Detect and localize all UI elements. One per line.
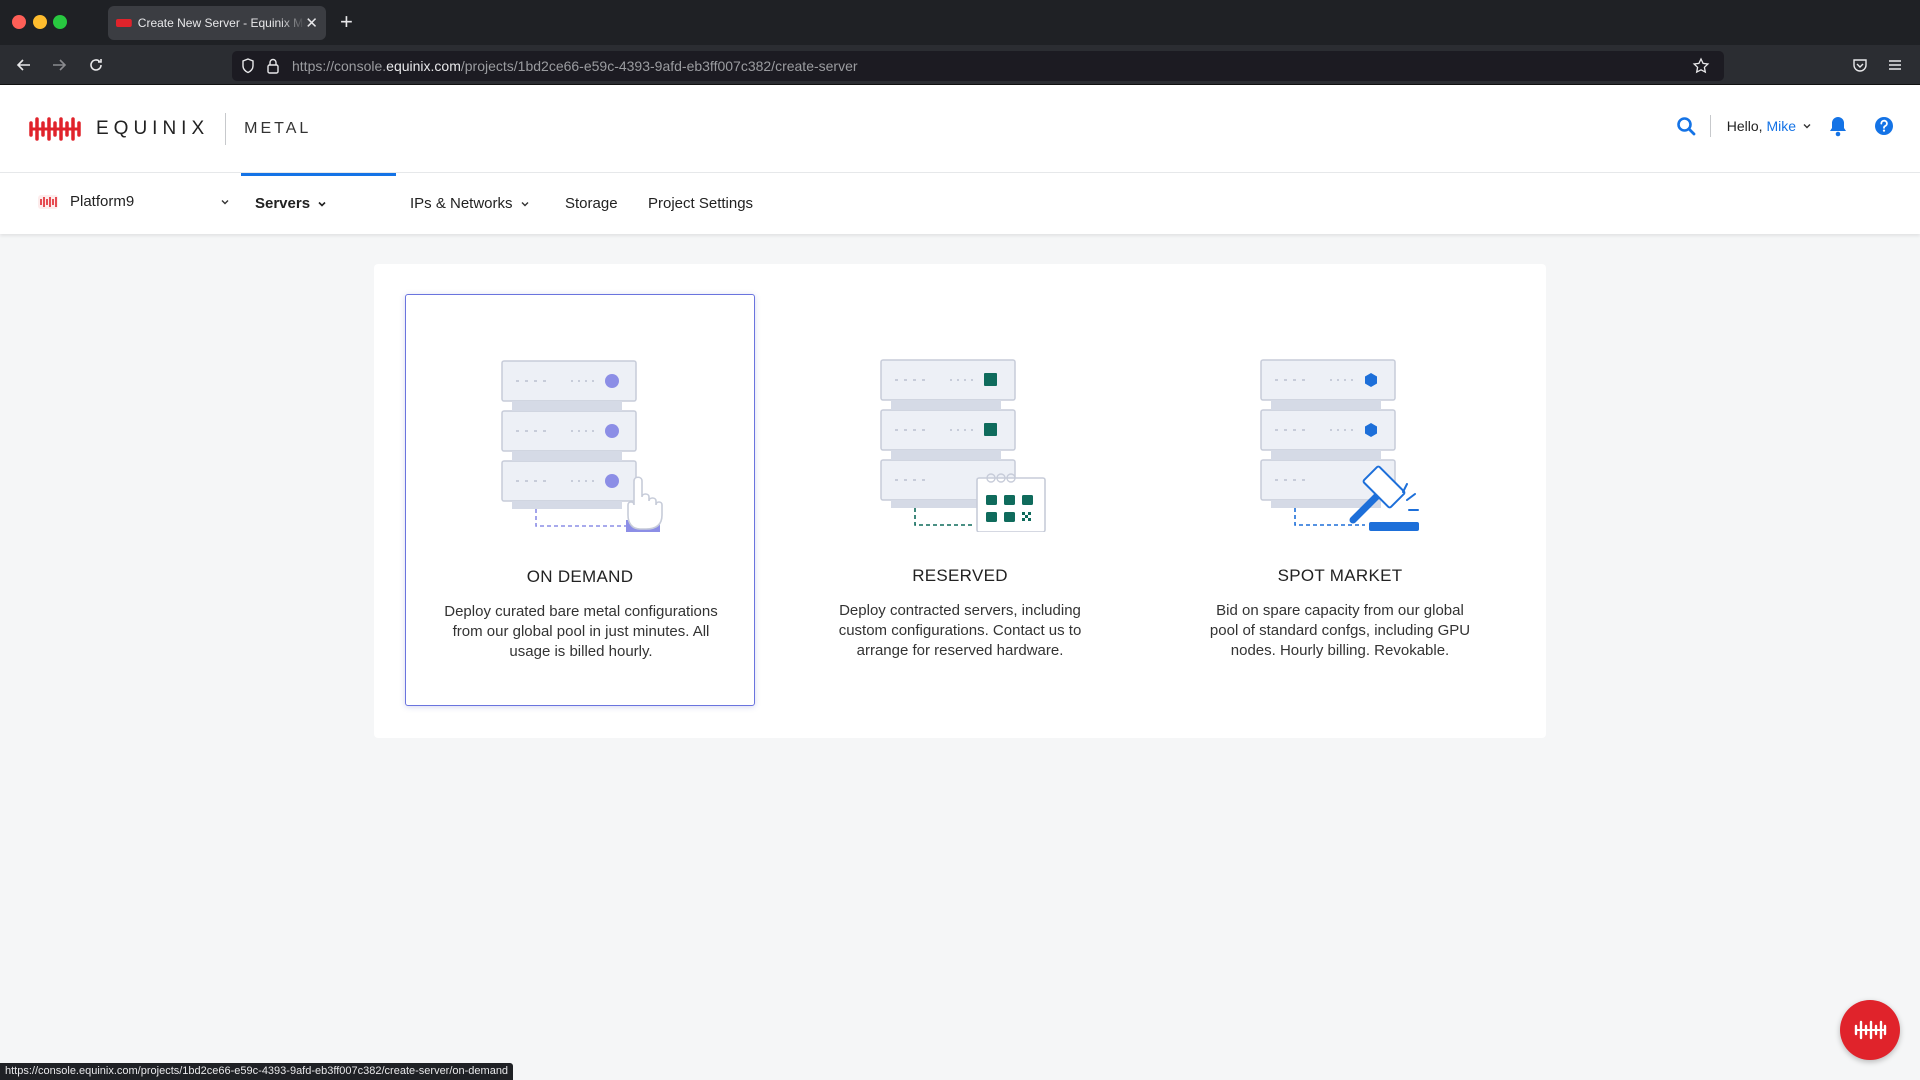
window-minimize-button[interactable]	[33, 15, 47, 29]
bookmark-star-icon[interactable]	[1692, 57, 1710, 75]
option-on-demand[interactable]: ON DEMAND Deploy curated bare metal conf…	[405, 294, 755, 706]
back-icon[interactable]	[12, 53, 36, 77]
reserved-server-icon	[880, 359, 1046, 532]
nav-ips-networks[interactable]: IPs & Networks	[410, 195, 530, 212]
chevron-down-icon	[521, 201, 529, 206]
window-maximize-button[interactable]	[53, 15, 67, 29]
header-divider	[1709, 115, 1711, 137]
option-spot-market[interactable]: SPOT MARKET Bid on spare capacity from o…	[1165, 294, 1515, 706]
support-chat-button[interactable]	[1840, 1000, 1900, 1060]
nav-servers-label: Servers	[255, 195, 311, 212]
link-status-bar: https://console.equinix.com/projects/1bd…	[0, 1063, 514, 1080]
chevron-down-icon	[318, 201, 326, 207]
nav-storage-label: Storage	[565, 195, 618, 212]
equinix-mark-icon	[29, 117, 81, 141]
option-reserved[interactable]: RESERVED Deploy contracted servers, incl…	[785, 294, 1135, 706]
spot-market-server-icon	[1260, 359, 1419, 531]
lock-icon[interactable]	[266, 57, 280, 75]
nav-project-settings[interactable]: Project Settings	[648, 195, 753, 212]
url-text[interactable]: https://console.equinix.com/projects/1bd…	[292, 58, 858, 74]
user-name: Mike	[1766, 118, 1796, 134]
header-actions: Hello, Mike	[1676, 115, 1894, 137]
url-path: /projects/1bd2ce66-e59c-4393-9afd-eb3ff0…	[460, 58, 858, 74]
project-name: Platform9	[70, 193, 135, 210]
equinix-logo[interactable]: EQUINIX METAL	[28, 113, 311, 145]
option-description: Deploy curated bare metal configurations…	[444, 603, 718, 660]
help-icon[interactable]	[1874, 116, 1894, 136]
nav-storage[interactable]: Storage	[565, 195, 618, 212]
on-demand-server-icon	[501, 360, 663, 532]
user-menu[interactable]: Hello, Mike	[1727, 118, 1796, 134]
url-prefix: https://console.	[292, 58, 387, 74]
option-description: Bid on spare capacity from our global po…	[1209, 602, 1471, 659]
browser-titlebar: Create New Server - Equinix Metal ✕ +	[0, 0, 1920, 45]
nav-project-settings-label: Project Settings	[648, 195, 754, 212]
project-selector[interactable]: Platform9	[38, 193, 230, 210]
option-title: ON DEMAND	[526, 567, 634, 586]
browser-navbar: https://console.equinix.com/projects/1bd…	[0, 45, 1920, 85]
window-close-button[interactable]	[12, 15, 26, 29]
forward-icon[interactable]	[47, 53, 71, 77]
menu-icon[interactable]	[1883, 53, 1907, 77]
tab-title: Create New Server - Equinix Metal	[137, 16, 306, 30]
shield-icon[interactable]	[240, 57, 256, 75]
search-icon[interactable]	[1676, 116, 1696, 136]
server-type-card: ON DEMAND Deploy curated bare metal conf…	[374, 264, 1546, 738]
logo-divider	[225, 113, 227, 145]
chevron-down-icon[interactable]	[220, 197, 230, 207]
new-tab-button[interactable]: +	[340, 8, 353, 36]
greeting-text: Hello,	[1726, 118, 1763, 134]
pocket-icon[interactable]	[1848, 53, 1872, 77]
url-host: equinix.com	[386, 58, 461, 74]
tab-close-icon[interactable]: ✕	[305, 16, 318, 31]
logo-text: EQUINIX	[96, 118, 210, 139]
project-logo-icon	[38, 194, 58, 209]
nav-servers[interactable]: Servers	[255, 195, 327, 212]
equinix-favicon-icon	[116, 19, 132, 27]
bell-icon[interactable]	[1828, 115, 1848, 137]
browser-tab[interactable]: Create New Server - Equinix Metal ✕	[108, 6, 326, 40]
project-nav: Platform9 Servers IPs & Networks Storage…	[0, 173, 1920, 234]
option-title: SPOT MARKET	[1277, 566, 1403, 585]
option-title: RESERVED	[912, 566, 1008, 585]
address-bar[interactable]: https://console.equinix.com/projects/1bd…	[232, 51, 1724, 81]
nav-ips-networks-label: IPs & Networks	[410, 195, 513, 212]
reload-icon[interactable]	[84, 53, 108, 77]
app-header: EQUINIX METAL Hello, Mike	[0, 85, 1920, 173]
product-name: METAL	[244, 120, 312, 137]
chevron-down-icon[interactable]	[1802, 121, 1812, 131]
option-description: Deploy contracted servers, including cus…	[838, 602, 1082, 659]
active-tab-indicator	[241, 173, 396, 176]
equinix-mark-icon	[1854, 1020, 1887, 1040]
